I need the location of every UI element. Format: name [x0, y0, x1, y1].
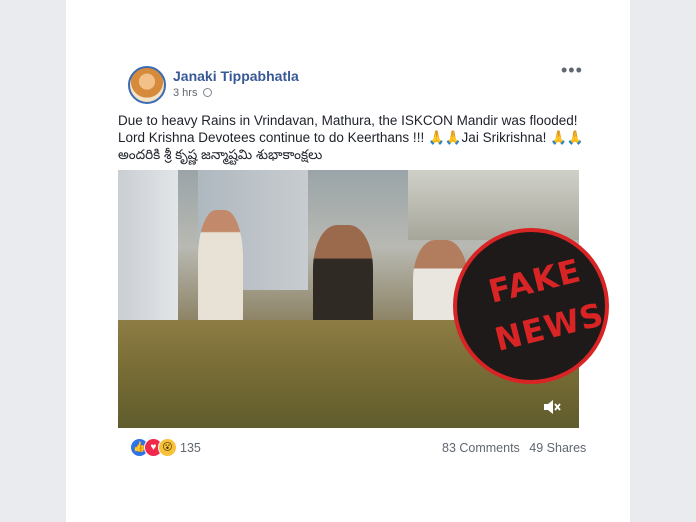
- post-stats: 83 Comments 49 Shares: [436, 441, 586, 455]
- post-text-line: Lord Krishna Devotees continue to do Kee…: [118, 130, 584, 145]
- scene-person: [313, 225, 373, 335]
- post-card: Janaki Tippabhatla 3 hrs ••• Due to heav…: [66, 0, 630, 522]
- avatar[interactable]: [128, 66, 166, 104]
- globe-icon: [203, 88, 212, 97]
- scene-person: [198, 210, 243, 330]
- author-name[interactable]: Janaki Tippabhatla: [173, 68, 299, 84]
- reactions-summary[interactable]: 👍 ♥ 😮 135: [130, 438, 230, 458]
- post-text-line: అందరికి శ్రీ కృష్ణ జన్మాష్టమి శుభాకాంక్ష…: [118, 147, 323, 162]
- post-text-line: Due to heavy Rains in Vrindavan, Mathura…: [118, 113, 578, 128]
- post-header: Janaki Tippabhatla 3 hrs: [128, 66, 578, 106]
- post-time[interactable]: 3 hrs: [173, 87, 197, 99]
- shares-link[interactable]: 49 Shares: [529, 441, 586, 455]
- reaction-count: 135: [180, 441, 201, 455]
- scene-building: [408, 170, 579, 240]
- comments-link[interactable]: 83 Comments: [442, 441, 520, 455]
- wow-icon: 😮: [158, 438, 177, 457]
- more-options-icon[interactable]: •••: [561, 61, 583, 79]
- speaker-muted-icon[interactable]: [542, 398, 562, 416]
- post-text: Due to heavy Rains in Vrindavan, Mathura…: [118, 112, 588, 163]
